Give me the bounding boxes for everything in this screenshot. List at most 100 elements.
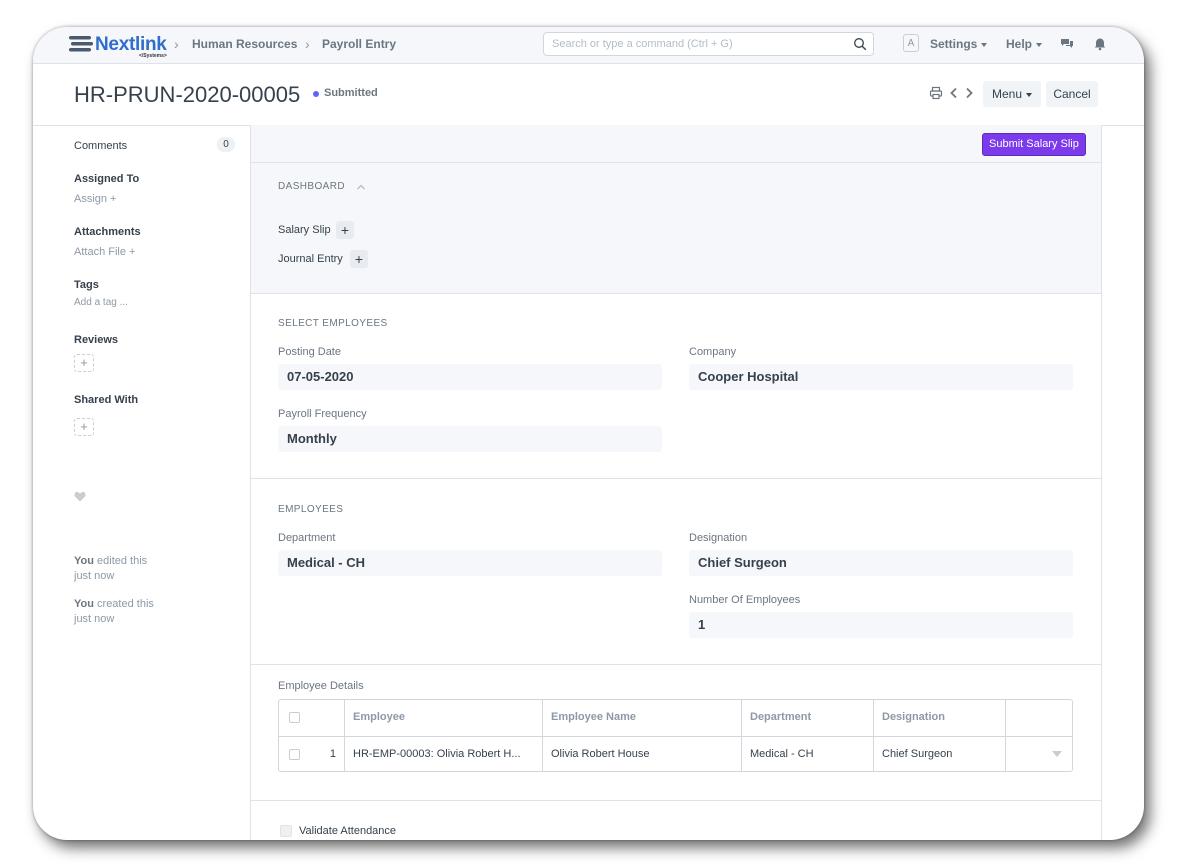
posting-date-label: Posting Date (278, 346, 341, 358)
select-employees-section: SELECT EMPLOYEES Posting Date 07-05-2020… (251, 293, 1101, 479)
bell-icon[interactable] (1093, 37, 1107, 51)
department-label: Department (278, 532, 336, 544)
employees-label: EMPLOYEES (278, 504, 344, 515)
cell-employee-name[interactable]: Olivia Robert House (543, 737, 742, 771)
activity-time: just now (74, 570, 115, 582)
caret-down-icon (981, 42, 988, 47)
plus-icon: + (110, 193, 117, 205)
company-label: Company (689, 346, 737, 358)
logo[interactable]: Nextlink </Systems> (69, 33, 169, 59)
settings-dropdown[interactable]: Settings (930, 37, 988, 51)
tags-label: Tags (74, 279, 99, 291)
table-header-actions (1006, 700, 1072, 736)
breadcrumb-human-resources[interactable]: Human Resources (192, 37, 297, 51)
select-employees-label: SELECT EMPLOYEES (278, 318, 388, 329)
help-label: Help (1006, 37, 1033, 51)
breadcrumb-separator-icon: › (305, 36, 310, 52)
employee-details-label: Employee Details (278, 680, 364, 692)
payroll-frequency-field[interactable]: Monthly (278, 426, 662, 452)
add-journal-entry-button[interactable]: + (350, 250, 368, 268)
attach-file-label: Attach File (74, 246, 126, 258)
form-action-bar: Submit Salary Slip (251, 125, 1101, 163)
status-indicator-dot (313, 91, 319, 97)
add-review-button[interactable]: + (74, 354, 94, 372)
column-header-designation: Designation (874, 700, 1006, 736)
row-select-cell: 1 (279, 737, 345, 771)
page-title: HR-PRUN-2020-00005 (74, 82, 301, 107)
add-salary-slip-button[interactable]: + (336, 221, 354, 239)
comments-count-badge: 0 (217, 137, 235, 152)
app-window: Nextlink </Systems> › Human Resources › … (33, 27, 1144, 840)
designation-label: Designation (689, 532, 748, 544)
submit-salary-slip-button[interactable]: Submit Salary Slip (982, 133, 1086, 156)
validate-attendance-label[interactable]: Validate Attendance (299, 825, 396, 837)
add-share-button[interactable]: + (74, 418, 94, 436)
dashboard-link-salary-slip[interactable]: Salary Slip (278, 224, 331, 236)
posting-date-field[interactable]: 07-05-2020 (278, 364, 662, 390)
activity-user: You (74, 598, 94, 610)
search-icon (854, 38, 867, 51)
row-index: 1 (329, 748, 336, 760)
menu-button[interactable]: Menu (983, 81, 1041, 107)
dashboard-label[interactable]: DASHBOARD (278, 181, 345, 192)
validate-attendance-checkbox[interactable] (280, 825, 292, 837)
caret-down-icon (1036, 42, 1043, 47)
column-header-employee: Employee (345, 700, 543, 736)
number-of-employees-label: Number Of Employees (689, 594, 801, 606)
row-expand-icon[interactable] (1052, 751, 1062, 757)
section-divider (251, 799, 1101, 801)
search-input[interactable]: Search or type a command (Ctrl + G) (543, 32, 874, 56)
shared-with-label: Shared With (74, 394, 139, 406)
activity-item: You edited this just now (74, 554, 194, 584)
add-tag-link[interactable]: Add a tag ... (74, 297, 128, 308)
breadcrumb-separator-icon: › (174, 36, 179, 52)
comments-label[interactable]: Comments (74, 140, 127, 152)
table-header-select (279, 700, 345, 736)
breadcrumb-payroll-entry[interactable]: Payroll Entry (322, 37, 396, 51)
dashboard-section: DASHBOARD Salary Slip + Journal Entry + (251, 163, 1101, 294)
company-field[interactable]: Cooper Hospital (689, 364, 1073, 390)
page-head: HR-PRUN-2020-00005 Submitted Menu Cancel (33, 64, 1144, 126)
employees-section: EMPLOYEES Department Medical - CH Design… (251, 479, 1101, 665)
assign-link[interactable]: Assign + (74, 193, 116, 205)
chevron-up-icon[interactable] (356, 183, 366, 191)
plus-icon: + (128, 246, 136, 258)
activity-user: You (74, 555, 94, 567)
avatar[interactable]: A (903, 34, 919, 52)
search-placeholder: Search or type a command (Ctrl + G) (552, 38, 733, 50)
activity-action: edited this (97, 555, 148, 567)
chat-icon[interactable] (1060, 37, 1074, 51)
cell-employee[interactable]: HR-EMP-00003: Olivia Robert H... (345, 737, 543, 771)
department-field[interactable]: Medical - CH (278, 550, 662, 576)
dashboard-link-journal-entry[interactable]: Journal Entry (278, 253, 343, 265)
logo-mark-icon (69, 36, 93, 52)
assigned-to-label: Assigned To (74, 173, 140, 185)
employee-details-table: Employee Employee Name Department Design… (278, 699, 1073, 772)
row-checkbox[interactable] (289, 749, 300, 760)
next-icon[interactable] (962, 86, 976, 100)
activity-time: just now (74, 613, 115, 625)
navbar: Nextlink </Systems> › Human Resources › … (33, 27, 1144, 64)
previous-icon[interactable] (947, 86, 961, 100)
heart-icon[interactable] (74, 491, 86, 502)
designation-field[interactable]: Chief Surgeon (689, 550, 1073, 576)
column-header-employee-name: Employee Name (543, 700, 742, 736)
attachments-label: Attachments (74, 226, 141, 238)
status-badge: Submitted (324, 87, 378, 99)
logo-subtext: </Systems> (139, 53, 167, 59)
settings-label: Settings (930, 37, 978, 51)
activity-item: You created this just now (74, 597, 194, 627)
help-dropdown[interactable]: Help (1006, 37, 1043, 51)
assign-link-label: Assign (74, 193, 108, 205)
cell-designation[interactable]: Chief Surgeon (874, 737, 1006, 771)
column-header-department: Department (742, 700, 874, 736)
activity-action: created this (97, 598, 154, 610)
row-actions-cell[interactable] (1006, 737, 1072, 771)
menu-button-label: Menu (991, 87, 1023, 101)
select-all-checkbox[interactable] (289, 712, 300, 723)
cancel-button[interactable]: Cancel (1046, 81, 1098, 107)
cell-department[interactable]: Medical - CH (742, 737, 874, 771)
number-of-employees-field[interactable]: 1 (689, 612, 1073, 638)
print-icon[interactable] (929, 86, 943, 100)
attach-file-link[interactable]: Attach File + (74, 246, 135, 258)
